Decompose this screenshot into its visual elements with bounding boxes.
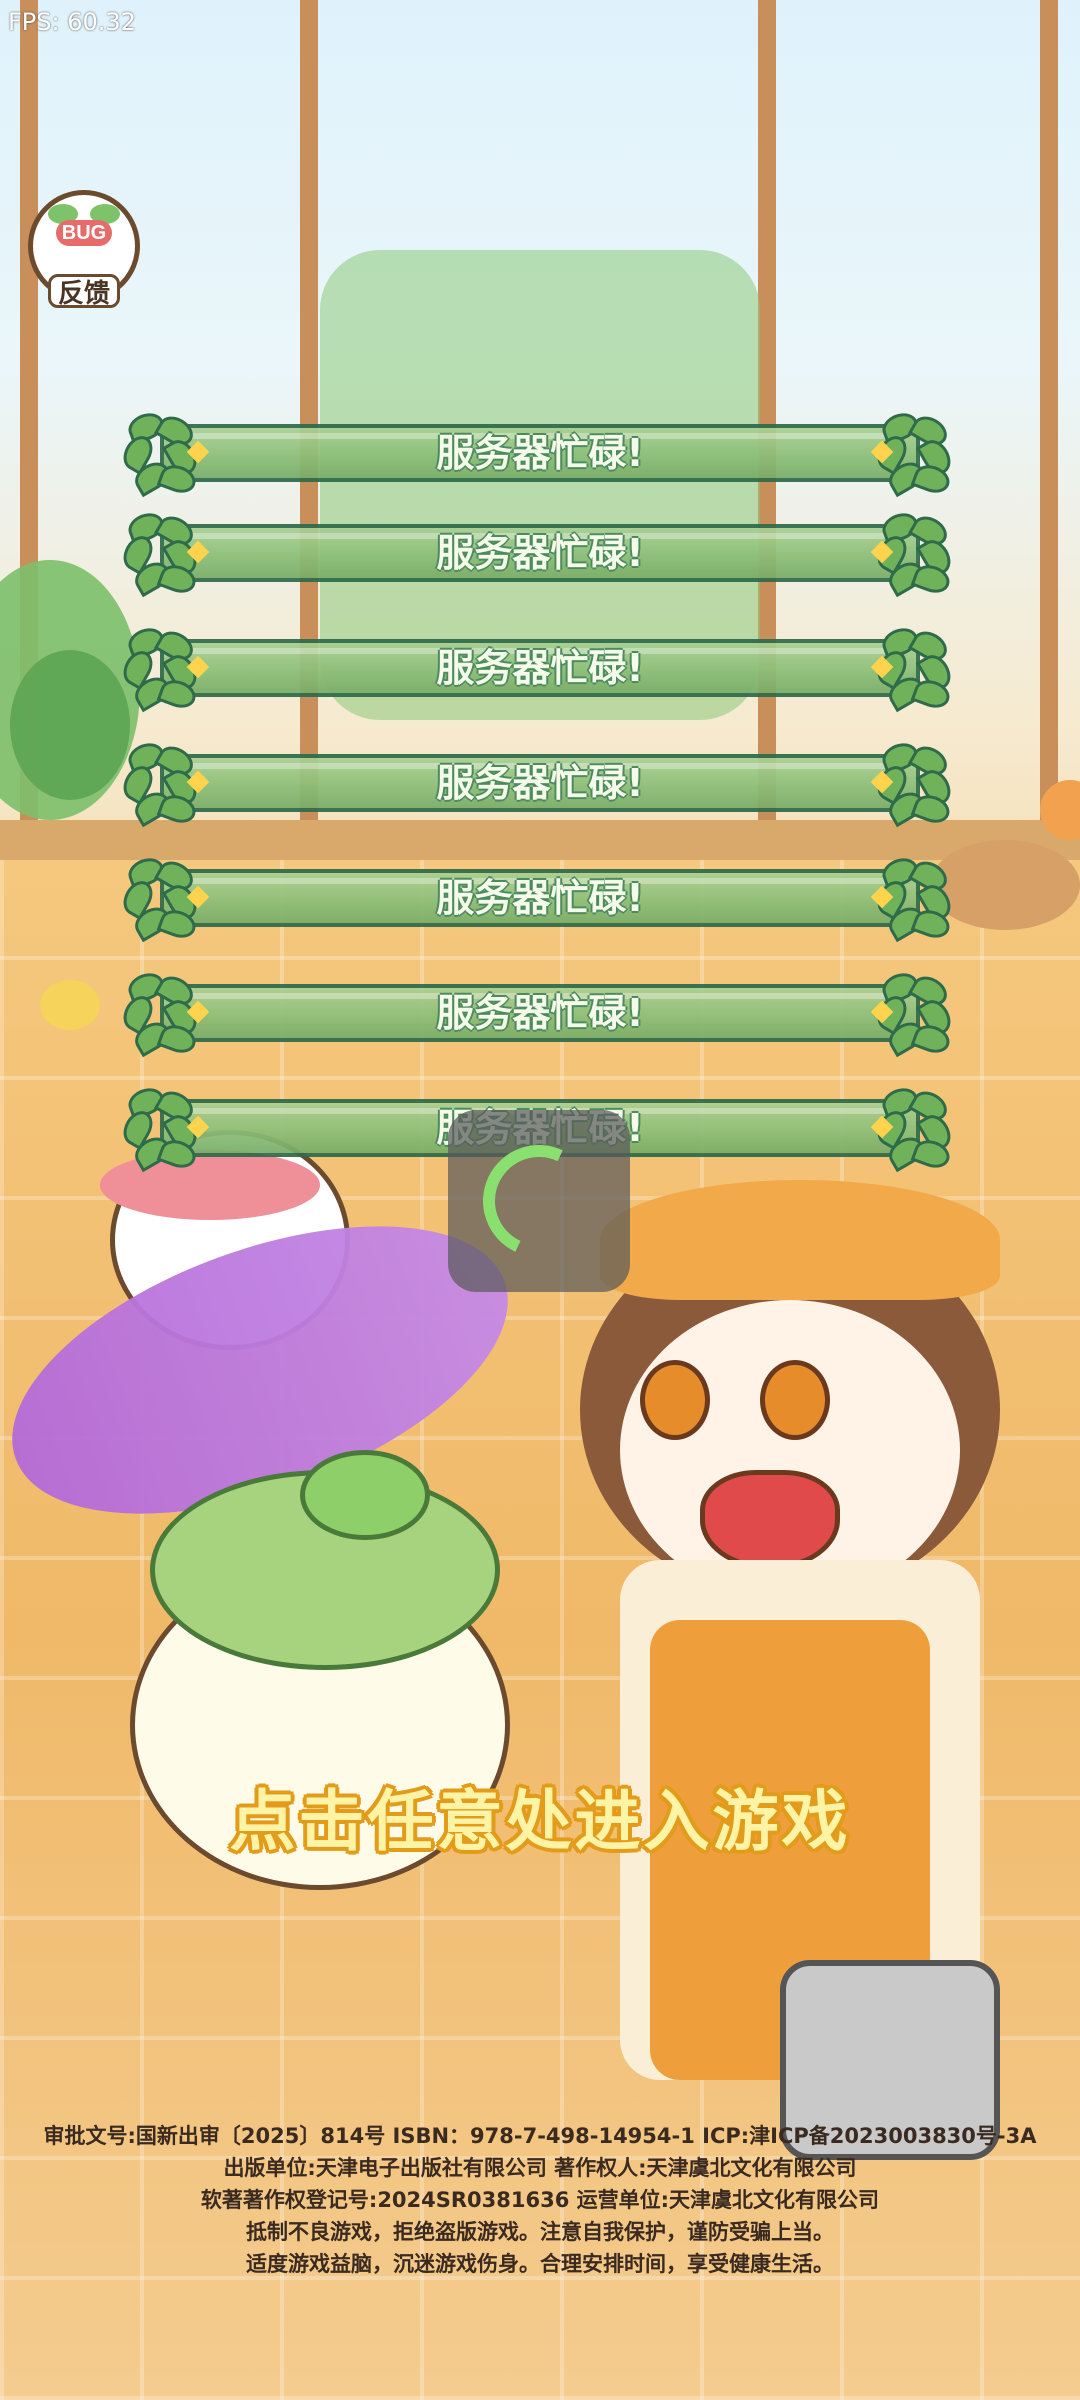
legal-line: 审批文号:国新出审〔2025〕814号 ISBN：978-7-498-14954… — [43, 2124, 1037, 2148]
server-busy-banner[interactable]: 服务器忙碌! — [117, 853, 960, 943]
server-busy-banner[interactable]: 服务器忙碌! — [117, 508, 960, 598]
plant-decor — [10, 650, 130, 800]
leaf-cap-icon — [870, 738, 960, 828]
server-busy-banner[interactable]: 服务器忙碌! — [117, 408, 960, 498]
server-status-label: 服务器忙碌! — [436, 761, 644, 805]
bug-tag: BUG — [56, 220, 112, 246]
leaf-cap-icon — [870, 853, 960, 943]
loading-overlay — [448, 1110, 630, 1292]
loading-spinner-icon — [467, 1129, 611, 1273]
leaf-cap-icon — [117, 408, 210, 498]
window-frame — [1040, 0, 1058, 820]
girl-eye — [760, 1360, 830, 1440]
server-status-label: 服务器忙碌! — [436, 876, 644, 920]
legal-line: 软著著作权登记号:2024SR0381636 运营单位:天津虞北文化有限公司 — [200, 2188, 880, 2212]
server-status-label: 服务器忙碌! — [436, 531, 644, 575]
sprout-character-leaf — [300, 1450, 430, 1540]
leaf-cap-icon — [117, 623, 210, 713]
legal-line: 抵制不良游戏，拒绝盗版游戏。注意自我保护，谨防受骗上当。 — [246, 2220, 834, 2244]
server-status-label: 服务器忙碌! — [436, 646, 644, 690]
chick-character — [40, 980, 100, 1030]
leaf-cap-icon — [870, 623, 960, 713]
leaf-cap-icon — [870, 968, 960, 1058]
fps-counter: FPS: 60.32 — [8, 8, 136, 36]
leaf-cap-icon — [870, 408, 960, 498]
tap-to-enter-prompt[interactable]: 点击任意处进入游戏 — [0, 1768, 1080, 1864]
girl-character-hat — [600, 1180, 1000, 1300]
feedback-label: 反馈 — [48, 274, 120, 309]
server-busy-banner[interactable]: 服务器忙碌! — [117, 738, 960, 828]
leaf-cap-icon — [117, 738, 210, 828]
server-status-label: 服务器忙碌! — [436, 431, 644, 475]
leaf-cap-icon — [870, 1083, 960, 1173]
legal-notice: 审批文号:国新出审〔2025〕814号 ISBN：978-7-498-14954… — [0, 2120, 1080, 2280]
leaf-cap-icon — [117, 853, 210, 943]
leaf-cap-icon — [117, 1083, 210, 1173]
girl-eye — [640, 1360, 710, 1440]
window-sill — [0, 820, 1080, 860]
leaf-cap-icon — [117, 508, 210, 598]
leaf-cap-icon — [117, 968, 210, 1058]
server-status-label: 服务器忙碌! — [436, 991, 644, 1035]
legal-line: 出版单位:天津电子出版社有限公司 著作权人:天津虞北文化有限公司 — [223, 2156, 857, 2180]
server-busy-banner[interactable]: 服务器忙碌! — [117, 968, 960, 1058]
leaf-cap-icon — [870, 508, 960, 598]
girl-mouth — [700, 1470, 840, 1570]
bug-feedback-button[interactable]: BUG 反馈 — [20, 190, 148, 320]
server-busy-banner[interactable]: 服务器忙碌! — [117, 623, 960, 713]
legal-line: 适度游戏益脑，沉迷游戏伤身。合理安排时间，享受健康生活。 — [246, 2252, 834, 2276]
